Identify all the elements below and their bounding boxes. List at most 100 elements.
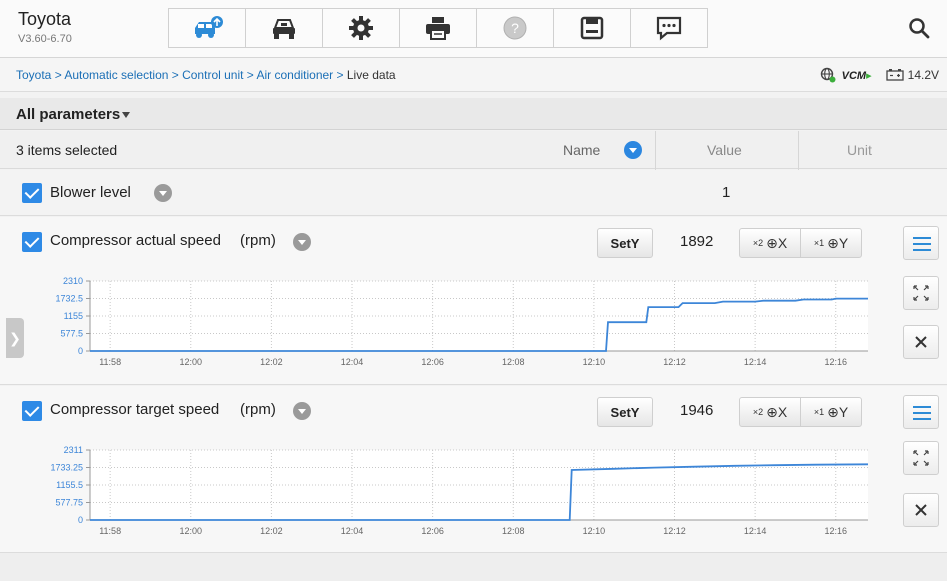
parameter-filter-label[interactable]: All parameters (16, 106, 120, 123)
x-tick-label: 12:00 (180, 526, 203, 536)
y-tick-label: 1732.5 (55, 294, 83, 304)
y-tick-label: 2310 (63, 276, 83, 286)
dropdown-icon[interactable] (293, 233, 311, 251)
y-tick-label: 1155 (64, 311, 83, 321)
breadcrumb-path[interactable]: Toyota > Automatic selection > Control u… (16, 68, 344, 82)
x-tick-label: 12:14 (744, 357, 767, 367)
top-toolbar: Toyota V3.60-6.70 ? (0, 0, 947, 58)
x-tick-label: 12:02 (260, 357, 283, 367)
x-tick-label: 12:06 (421, 526, 444, 536)
blower-level-value: 1 (722, 184, 731, 201)
chevron-right-icon: ❯ (9, 329, 21, 346)
bottom-bar (0, 553, 947, 581)
name-column-header[interactable]: Name (563, 142, 600, 158)
compressor-actual-speed-checkbox[interactable] (22, 232, 42, 252)
x-tick-label: 12:08 (502, 526, 525, 536)
menu-icon (913, 418, 931, 420)
zoom-y-button[interactable]: ×1 ⊕ Y (800, 228, 862, 258)
vehicle-button[interactable] (168, 8, 246, 48)
print-button[interactable] (399, 8, 477, 48)
vcm-connected-icon: ▸ (866, 69, 872, 82)
expand-button[interactable] (903, 441, 939, 475)
unit-column-header: Unit (847, 142, 872, 158)
connection-status: VCM▸ 14.2V (820, 67, 939, 83)
x-tick-label: 12:14 (744, 526, 767, 536)
parameter-name: Compressor actual speed (50, 232, 221, 249)
side-drawer-handle[interactable]: ❯ (6, 318, 24, 358)
svg-text:?: ? (511, 20, 519, 36)
menu-icon (913, 243, 931, 245)
zoom-in-icon: ⊕ (827, 234, 839, 251)
parameter-table-header: 3 items selected Name Value Unit (0, 131, 947, 169)
value-column-header: Value (707, 142, 742, 158)
breadcrumb[interactable]: Toyota > Automatic selection > Control u… (16, 68, 396, 82)
x-tick-label: 12:08 (502, 357, 525, 367)
save-icon (580, 16, 604, 40)
zoom-controls: ×2 ⊕ X ×1 ⊕ Y (739, 228, 862, 258)
parameter-filter[interactable]: All parameters (0, 98, 947, 130)
close-icon (915, 504, 927, 516)
save-button[interactable] (553, 8, 631, 48)
zoom-x-label: X (777, 235, 788, 251)
vehicle-icon (195, 16, 223, 38)
dropdown-icon[interactable] (154, 184, 172, 202)
set-y-button[interactable]: SetY (597, 228, 653, 258)
blower-level-label: Blower level (50, 184, 131, 201)
y-tick-label: 577.75 (55, 498, 83, 508)
panel-menu-button[interactable] (903, 395, 939, 429)
menu-icon (913, 406, 931, 408)
settings-button[interactable] (322, 8, 400, 48)
expand-button[interactable] (903, 276, 939, 310)
close-button[interactable] (903, 325, 939, 359)
battery-voltage: 14.2V (907, 68, 939, 82)
y-tick-label: 0 (78, 346, 83, 356)
menu-icon (913, 412, 931, 414)
toolbar-buttons: ? (168, 8, 708, 48)
zoom-controls: ×2 ⊕ X ×1 ⊕ Y (739, 397, 862, 427)
zoom-x-button[interactable]: ×2 ⊕ X (739, 228, 801, 258)
zoom-y-button[interactable]: ×1 ⊕ Y (800, 397, 862, 427)
sort-dropdown-icon[interactable] (624, 141, 642, 159)
y-tick-label: 1733.25 (50, 463, 83, 473)
compressor-actual-speed-panel: Compressor actual speed (rpm) SetY 1892 … (0, 217, 947, 385)
dropdown-icon[interactable] (293, 402, 311, 420)
blower-level-checkbox[interactable] (22, 183, 42, 203)
x-tick-label: 12:10 (583, 357, 606, 367)
x-tick-label: 11:58 (99, 526, 121, 536)
message-icon (656, 16, 682, 41)
compressor-target-speed-panel: Compressor target speed (rpm) SetY 1946 … (0, 386, 947, 553)
x-tick-label: 12:12 (663, 526, 686, 536)
breadcrumb-bar: Toyota > Automatic selection > Control u… (0, 58, 947, 92)
zoom-y-label: Y (838, 404, 849, 420)
vcm-status: VCM▸ (842, 69, 872, 82)
zoom-x-label: X (777, 404, 788, 420)
current-value: 1946 (680, 402, 714, 419)
y-tick-label: 0 (78, 515, 83, 525)
compressor-target-speed-checkbox[interactable] (22, 401, 42, 421)
close-button[interactable] (903, 493, 939, 527)
battery-icon (885, 69, 904, 81)
table-row[interactable]: Blower level 1 (0, 170, 947, 216)
caret-down-icon[interactable] (122, 112, 130, 118)
search-icon[interactable] (907, 16, 931, 40)
network-icon (820, 67, 836, 83)
message-button[interactable] (630, 8, 708, 48)
zoom-x-multiplier: ×2 (752, 238, 764, 248)
expand-icon (913, 285, 929, 301)
app-brand: Toyota V3.60-6.70 (18, 8, 72, 46)
parameter-unit: (rpm) (240, 232, 276, 249)
help-button[interactable]: ? (476, 8, 554, 48)
x-tick-label: 12:02 (260, 526, 283, 536)
x-tick-label: 12:04 (341, 357, 364, 367)
vehicle-lift-button[interactable] (245, 8, 323, 48)
zoom-x-button[interactable]: ×2 ⊕ X (739, 397, 801, 427)
current-value: 1892 (680, 233, 714, 250)
parameter-name: Compressor target speed (50, 401, 220, 418)
panel-menu-button[interactable] (903, 226, 939, 260)
breadcrumb-current: Live data (346, 68, 396, 82)
x-tick-label: 12:10 (583, 526, 606, 536)
zoom-y-label: Y (838, 235, 849, 251)
zoom-y-multiplier: ×1 (813, 407, 825, 417)
y-tick-label: 577.5 (60, 329, 83, 339)
set-y-button[interactable]: SetY (597, 397, 653, 427)
